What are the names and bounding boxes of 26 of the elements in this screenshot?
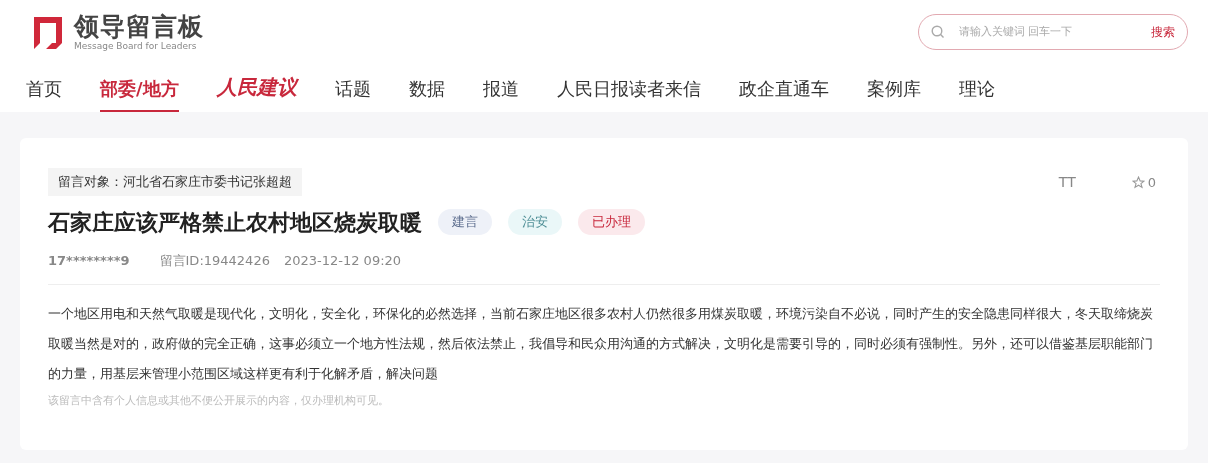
nav-tab[interactable]: 报道 bbox=[482, 75, 519, 112]
author: 17********9 bbox=[48, 251, 130, 270]
tag: 已办理 bbox=[578, 209, 645, 235]
nav-tab[interactable]: 首页 bbox=[26, 75, 62, 112]
tag: 建言 bbox=[438, 209, 492, 235]
nav-link[interactable]: 人民建议 bbox=[216, 72, 297, 112]
nav-tab[interactable]: 部委/地方 bbox=[100, 75, 179, 112]
favorite-button[interactable]: 0 bbox=[1131, 172, 1156, 193]
message-id: 留言ID:19442426 bbox=[159, 251, 270, 270]
logo-title: 领导留言板 bbox=[74, 13, 204, 39]
nav-tab[interactable]: 话题 bbox=[334, 75, 371, 112]
tag: 治安 bbox=[508, 209, 562, 235]
nav-tab[interactable]: 数据 bbox=[408, 75, 445, 112]
message-target: 留言对象：河北省石家庄市委书记张超超 bbox=[48, 168, 302, 196]
search-icon bbox=[931, 25, 945, 39]
logo-subtitle: Message Board for Leaders bbox=[74, 41, 198, 51]
nav-tab[interactable]: 案例库 bbox=[866, 75, 921, 112]
message-body: 一个地区用电和天然气取暖是现代化，文明化，安全化，环保化的必然选择，当前石家庄地区很多农村人仍然很多用煤炭取暖，环境污染自不必说，同时产生的安全隐患同样很大，冬天取缔烧炭取暖当然是对的，政府做的完全正确，这事必须立一个地方性法规，然后依法禁止，我倡导和民众用沟通的方式解决，文明化是需要引导的，同时必须有强制性。另外，还可以借鉴基层职能部门的力量，用基层来管理小范围区域这样更有利于化解矛盾，解决问题 bbox=[48, 305, 1153, 383]
nav-tab[interactable]: 人民日报读者来信 bbox=[556, 75, 701, 112]
nav-tab[interactable]: 政企直通车 bbox=[738, 75, 829, 112]
nav-tab[interactable]: 理论 bbox=[958, 75, 995, 112]
timestamp: 2023-12-12 09:20 bbox=[283, 251, 402, 270]
font-size-button[interactable]: TT bbox=[1058, 172, 1076, 193]
search-button[interactable]: 搜索 bbox=[1151, 23, 1175, 41]
message-title: 石家庄应该严格禁止农村地区烧炭取暖 bbox=[48, 208, 422, 237]
star-icon bbox=[1131, 176, 1145, 189]
